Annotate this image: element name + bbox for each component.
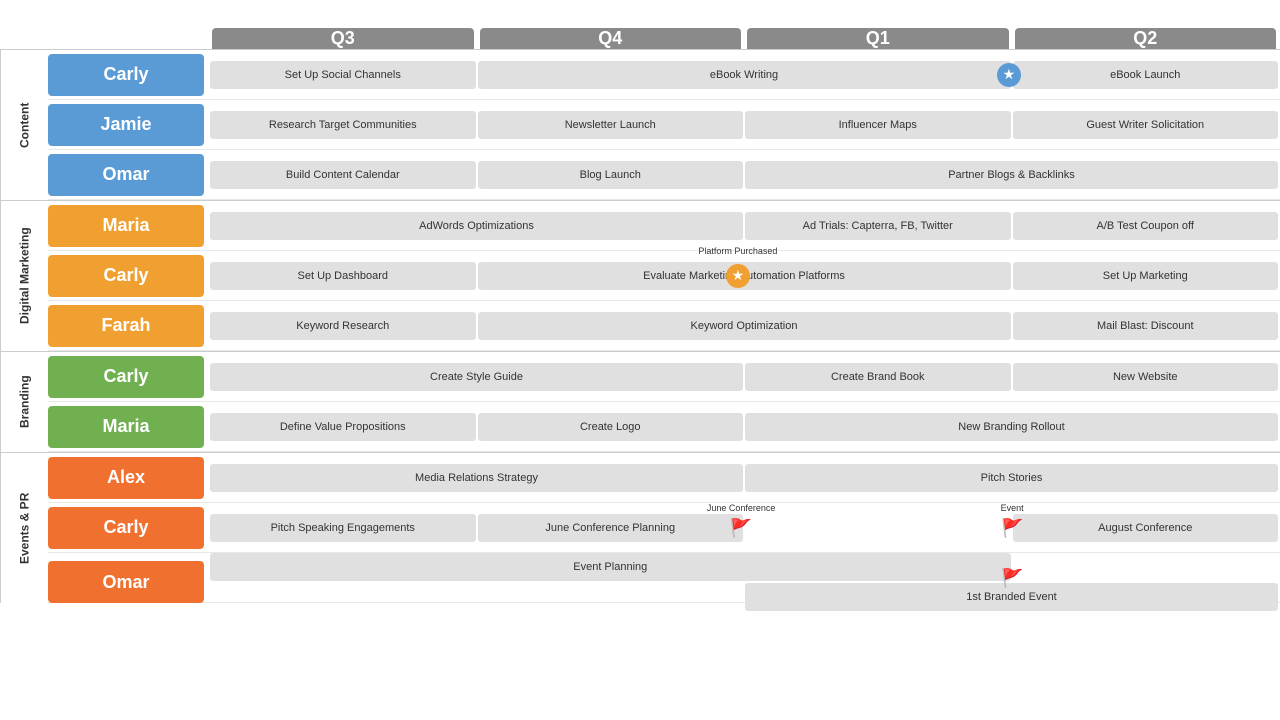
task-bar: June Conference Planning	[478, 514, 744, 542]
row: FarahKeyword ResearchKeyword Optimizatio…	[48, 301, 1280, 351]
task-bar: New Website	[1013, 363, 1279, 391]
row: CarlyCreate Style GuideCreate Brand Book…	[48, 352, 1280, 402]
section-label: Content	[0, 50, 48, 200]
milestone-marker: ★Platform Purchased	[726, 264, 750, 288]
task-bar: Keyword Research	[210, 312, 476, 340]
person-name: Carly	[48, 356, 204, 398]
row: AlexMedia Relations StrategyPitch Storie…	[48, 453, 1280, 503]
task-bar: New Branding Rollout	[745, 413, 1278, 441]
section-label: Digital Marketing	[0, 201, 48, 351]
roadmap-container: Q3Q4Q1Q2 ContentCarlySet Up Social Chann…	[0, 28, 1280, 603]
section-branding: BrandingCarlyCreate Style GuideCreate Br…	[0, 351, 1280, 452]
flag-marker: 🚩	[1001, 569, 1023, 587]
task-bar: Research Target Communities	[210, 111, 476, 139]
person-name: Carly	[48, 255, 204, 297]
task-bar: eBook Writing	[478, 61, 1011, 89]
person-name: Omar	[48, 561, 204, 603]
task-bar: Create Style Guide	[210, 363, 743, 391]
task-bar: Newsletter Launch	[478, 111, 744, 139]
person-name: Omar	[48, 154, 204, 196]
task-bar: Define Value Propositions	[210, 413, 476, 441]
section-digital-marketing: Digital MarketingMariaAdWords Optimizati…	[0, 200, 1280, 351]
section-label: Branding	[0, 352, 48, 452]
quarter-header-q3: Q3	[212, 28, 474, 49]
task-bar: Set Up Dashboard	[210, 262, 476, 290]
task-bar: Build Content Calendar	[210, 161, 476, 189]
row: CarlyPitch Speaking EngagementsJune Conf…	[48, 503, 1280, 553]
task-bar: Keyword Optimization	[478, 312, 1011, 340]
person-name: Farah	[48, 305, 204, 347]
flag-marker: June Conference🚩	[730, 519, 752, 537]
row: CarlySet Up DashboardEvaluate Marketing …	[48, 251, 1280, 301]
task-bar: Pitch Stories	[745, 464, 1278, 492]
person-name: Carly	[48, 507, 204, 549]
task-bar: Media Relations Strategy	[210, 464, 743, 492]
task-bar: Ad Trials: Capterra, FB, Twitter	[745, 212, 1011, 240]
task-bar: Pitch Speaking Engagements	[210, 514, 476, 542]
task-bar: A/B Test Coupon off	[1013, 212, 1279, 240]
quarter-header-q2: Q2	[1015, 28, 1277, 49]
task-bar: Guest Writer Solicitation	[1013, 111, 1279, 139]
person-name: Maria	[48, 406, 204, 448]
task-bar: Blog Launch	[478, 161, 744, 189]
quarter-header-q4: Q4	[480, 28, 742, 49]
task-bar: Influencer Maps	[745, 111, 1011, 139]
section-events-&-pr: Events & PRAlexMedia Relations StrategyP…	[0, 452, 1280, 603]
task-bar: Create Brand Book	[745, 363, 1011, 391]
page-title	[0, 0, 1280, 28]
task-bar: Set Up Marketing	[1013, 262, 1279, 290]
task-bar: Create Logo	[478, 413, 744, 441]
person-name: Alex	[48, 457, 204, 499]
row: MariaAdWords OptimizationsAd Trials: Cap…	[48, 201, 1280, 251]
row: MariaDefine Value PropositionsCreate Log…	[48, 402, 1280, 452]
milestone-marker: ★	[997, 63, 1021, 87]
task-bar: August Conference	[1013, 514, 1279, 542]
section-content: ContentCarlySet Up Social ChannelseBook …	[0, 49, 1280, 200]
quarter-header-q1: Q1	[747, 28, 1009, 49]
person-name: Maria	[48, 205, 204, 247]
flag-marker: Event🚩	[1001, 519, 1023, 537]
task-bar: Mail Blast: Discount	[1013, 312, 1279, 340]
row: OmarEvent Planning1st Branded Event🚩	[48, 553, 1280, 603]
row: JamieResearch Target CommunitiesNewslett…	[48, 100, 1280, 150]
task-bar: AdWords Optimizations	[210, 212, 743, 240]
task-bar: eBook Launch	[1013, 61, 1279, 89]
person-name: Jamie	[48, 104, 204, 146]
row: CarlySet Up Social ChannelseBook Writing…	[48, 50, 1280, 100]
task-bar: Set Up Social Channels	[210, 61, 476, 89]
section-label: Events & PR	[0, 453, 48, 603]
person-name: Carly	[48, 54, 204, 96]
task-bar: Partner Blogs & Backlinks	[745, 161, 1278, 189]
row: OmarBuild Content CalendarBlog LaunchPar…	[48, 150, 1280, 200]
task-bar: Event Planning	[210, 553, 1011, 581]
